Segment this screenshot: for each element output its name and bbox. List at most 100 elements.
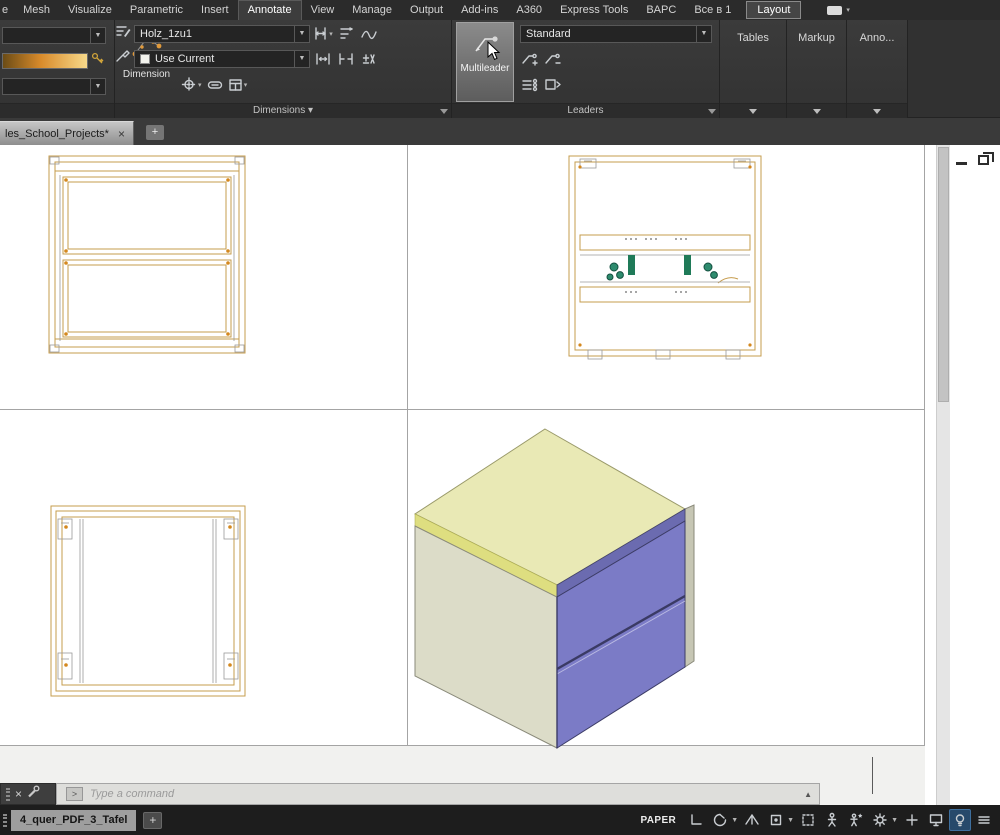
dim-break-button[interactable] — [336, 50, 356, 68]
text-style-dropdown[interactable]: ▼ — [2, 27, 106, 44]
chevron-down-icon: ▼ — [696, 26, 711, 42]
menu-tab-manage[interactable]: Manage — [343, 0, 401, 20]
viewport-section-detail[interactable] — [568, 155, 762, 363]
chevron-down-icon[interactable]: ▼ — [891, 817, 898, 824]
ribbon-panel-annotation[interactable]: Anno... — [847, 20, 908, 118]
dimstyle-dropdown[interactable]: Holz_1zu1 ▼ — [134, 25, 310, 43]
chevron-down-icon[interactable]: ▼ — [731, 817, 738, 824]
ribbon-tab-bar: e Mesh Visualize Parametric Insert Annot… — [0, 0, 1000, 20]
ribbon-panel-markup[interactable]: Markup — [787, 20, 847, 118]
menu-tab-addins[interactable]: Add-ins — [452, 0, 507, 20]
chevron-down-icon: ▾ — [329, 30, 333, 38]
menu-tab-vse-v-1[interactable]: Все в 1 — [685, 0, 740, 20]
tab-close-icon[interactable]: × — [118, 128, 125, 140]
dim-layer-dropdown[interactable]: Use Current ▼ — [134, 50, 310, 68]
minimize-icon[interactable] — [956, 162, 967, 165]
viewport-rear-elevation[interactable] — [50, 505, 246, 697]
centerline-button[interactable]: ▾ — [181, 76, 202, 94]
file-tab-active[interactable]: les_School_Projects* × — [0, 121, 134, 145]
menu-tab-view[interactable]: View — [302, 0, 344, 20]
new-layout-button[interactable]: + — [143, 812, 162, 829]
isometric-drafting-icon[interactable] — [741, 809, 763, 831]
chevron-down-icon[interactable]: ▼ — [787, 817, 794, 824]
dimensions-panel-label[interactable]: Dimensions ▾ — [115, 103, 451, 118]
multileader-button[interactable]: Multileader — [456, 22, 514, 102]
paper-space-button[interactable]: PAPER — [632, 815, 684, 826]
menu-tab-insert[interactable]: Insert — [192, 0, 238, 20]
new-tab-button[interactable]: + — [146, 125, 164, 140]
dim-reassociate-button[interactable] — [359, 25, 379, 43]
menu-tab-output[interactable]: Output — [401, 0, 452, 20]
leader-remove-button[interactable] — [543, 50, 563, 68]
workspace-gear-icon[interactable] — [869, 809, 891, 831]
dim-baseline-button[interactable] — [336, 25, 356, 43]
annotation-autoscale-icon[interactable] — [845, 809, 867, 831]
scrollbar-thumb[interactable] — [938, 147, 949, 402]
ribbon-panel-tables[interactable]: Tables — [720, 20, 787, 118]
tables-panel-label: Tables — [720, 32, 786, 44]
restore-icon[interactable] — [978, 155, 989, 165]
dim-update-button[interactable]: ▾ — [228, 76, 248, 94]
viewport-divider-horizontal — [0, 409, 925, 410]
text-height-control[interactable] — [2, 52, 106, 70]
mleader-style-dropdown[interactable]: Standard ▼ — [520, 25, 712, 43]
command-input-area[interactable]: > ▲ — [56, 783, 820, 805]
dim-linear-button[interactable]: ▾ — [313, 25, 333, 43]
autocad-window: e Mesh Visualize Parametric Insert Annot… — [0, 0, 1000, 835]
close-icon[interactable]: × — [15, 788, 22, 800]
annotation-panel-expand[interactable] — [847, 103, 907, 118]
panel-launcher-icon[interactable] — [708, 109, 716, 114]
ortho-mode-icon[interactable] — [685, 809, 707, 831]
ribbon-display-toggle[interactable]: ▾ — [821, 0, 856, 20]
ribbon-display-icon — [827, 6, 842, 15]
menu-tab-a360[interactable]: A360 — [507, 0, 551, 20]
annotation-visibility-icon[interactable] — [821, 809, 843, 831]
file-tab-label: les_School_Projects* — [5, 128, 109, 140]
add-icon[interactable] — [901, 809, 923, 831]
annotation-panel-label: Anno... — [847, 32, 907, 44]
menu-tab-parametric[interactable]: Parametric — [121, 0, 192, 20]
menu-tab-partial[interactable]: e — [0, 0, 14, 20]
dimstyle-icon — [115, 24, 131, 43]
menu-tab-bapc[interactable]: BAPC — [637, 0, 685, 20]
command-history-arrow-icon[interactable]: ▲ — [797, 790, 819, 799]
menu-tab-layout[interactable]: Layout — [746, 1, 801, 19]
markup-panel-expand[interactable] — [787, 103, 846, 118]
multileader-icon — [471, 30, 499, 56]
menu-tab-annotate[interactable]: Annotate — [238, 0, 302, 20]
panel-launcher-icon[interactable] — [440, 109, 448, 114]
leader-align-button[interactable] — [520, 76, 540, 94]
text-panel-label[interactable] — [0, 103, 114, 118]
file-tab-bar: les_School_Projects* × + — [0, 118, 1000, 145]
text-secondary-dropdown[interactable]: ▼ — [2, 78, 106, 95]
recent-commands-icon[interactable]: > — [66, 787, 83, 801]
dimstyle-value: Holz_1zu1 — [140, 28, 192, 40]
command-input[interactable] — [90, 788, 797, 800]
leader-collect-button[interactable] — [543, 76, 563, 94]
drag-grip-icon[interactable] — [6, 788, 10, 801]
customize-wrench-icon[interactable] — [27, 785, 40, 803]
drawing-area[interactable]: × > ▲ — [0, 145, 1000, 805]
vertical-scrollbar[interactable] — [936, 145, 950, 805]
layout-tab[interactable]: 4_quer_PDF_3_Tafel — [11, 810, 136, 831]
tolerance-button[interactable] — [359, 50, 379, 68]
menu-tab-mesh[interactable]: Mesh — [14, 0, 59, 20]
viewport-front-elevation[interactable] — [48, 155, 246, 355]
isolate-objects-icon[interactable] — [949, 809, 971, 831]
menu-tab-express-tools[interactable]: Express Tools — [551, 0, 637, 20]
leader-add-button[interactable] — [520, 50, 540, 68]
tables-panel-expand[interactable] — [720, 103, 786, 118]
leaders-panel-label[interactable]: Leaders — [452, 103, 719, 118]
drag-grip-icon[interactable] — [3, 814, 7, 827]
object-snap-icon[interactable] — [765, 809, 787, 831]
dim-adjust-space-button[interactable] — [313, 50, 333, 68]
customization-icon[interactable] — [973, 809, 995, 831]
menu-tab-visualize[interactable]: Visualize — [59, 0, 121, 20]
paper-right-edge — [924, 145, 925, 746]
viewport-isometric-model[interactable] — [400, 417, 700, 757]
polar-tracking-icon[interactable] — [709, 809, 731, 831]
dim-inspect-button[interactable] — [205, 76, 225, 94]
graphics-performance-icon[interactable] — [925, 809, 947, 831]
dimension-button-label: Dimension — [123, 69, 170, 80]
selection-cycling-icon[interactable] — [797, 809, 819, 831]
